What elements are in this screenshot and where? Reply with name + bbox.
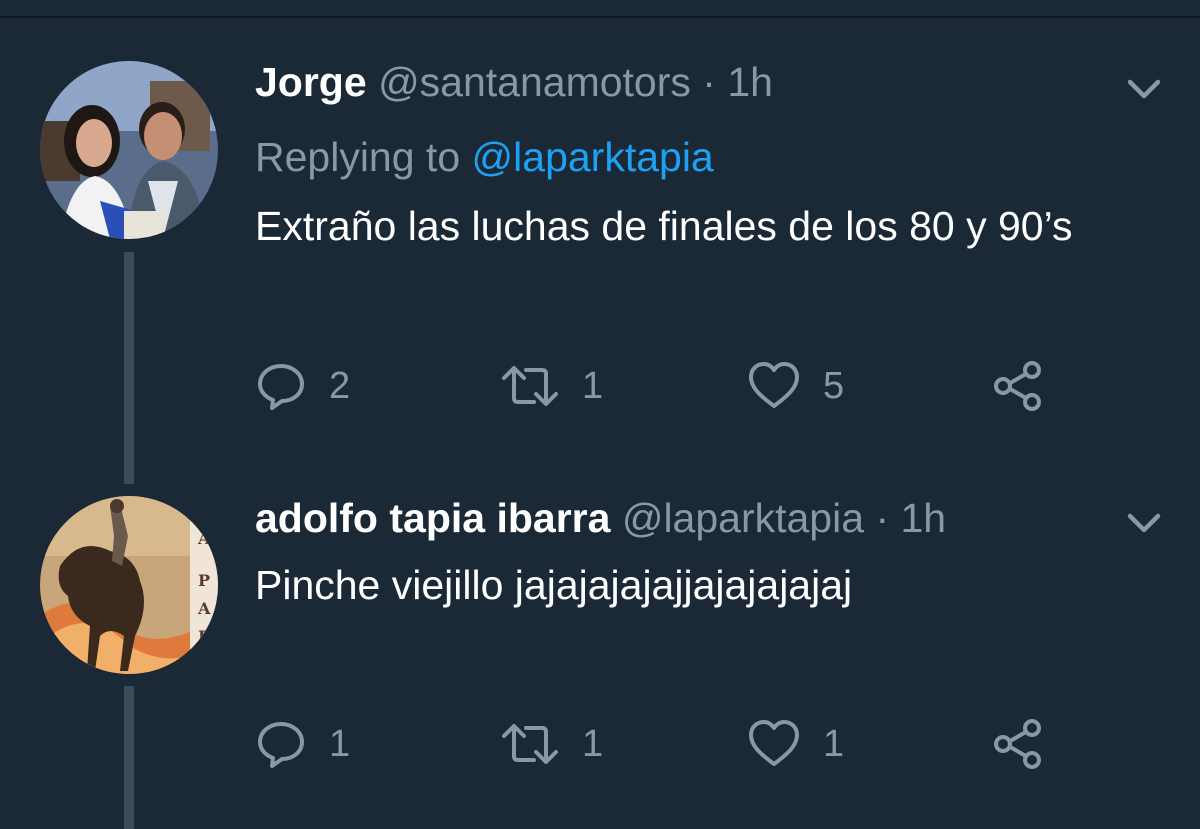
reply-count: 1 <box>329 722 351 765</box>
share-icon <box>994 361 1041 411</box>
tweet-header: Jorge @santanamotors · 1h <box>255 58 773 106</box>
tweet-menu-button[interactable] <box>1124 508 1164 538</box>
like-button[interactable]: 1 <box>747 714 844 774</box>
poster-letter: A <box>197 599 211 618</box>
tweet-text: Pinche viejillo jajajajajajjajajajajaj <box>255 562 853 608</box>
like-count: 1 <box>823 722 845 765</box>
mention-link[interactable]: @laparktapia <box>472 134 714 180</box>
heart-icon <box>749 720 799 766</box>
replying-to: Replying to @laparktapia <box>255 133 714 181</box>
reply-button[interactable]: 1 <box>255 714 350 774</box>
poster-letter: R <box>198 627 212 646</box>
tweet-header: adolfo tapia ibarra @laparktapia · 1h <box>255 494 946 542</box>
poster-letter: A <box>197 529 211 548</box>
separator: · <box>702 59 716 105</box>
retweet-count: 1 <box>582 364 604 407</box>
share-icon <box>994 719 1041 769</box>
timestamp[interactable]: 1h <box>727 59 773 105</box>
share-button[interactable] <box>991 356 1045 416</box>
chevron-down-icon <box>1127 79 1161 99</box>
like-button[interactable]: 5 <box>747 356 844 416</box>
share-button[interactable] <box>991 714 1045 774</box>
retweet-button[interactable]: 1 <box>500 356 603 416</box>
author-name[interactable]: adolfo tapia ibarra <box>255 495 610 541</box>
retweet-icon <box>502 724 558 764</box>
tweet-actions: 1 1 1 <box>255 714 1075 774</box>
avatar[interactable]: A P A R <box>40 496 218 674</box>
tweet-text: Extraño las luchas de finales de los 80 … <box>255 203 1073 249</box>
retweet-count: 1 <box>582 722 604 765</box>
reply-button[interactable]: 2 <box>255 356 350 416</box>
horse-rider-poster-icon: A P A R <box>40 496 218 674</box>
author-handle[interactable]: @santanamotors <box>378 59 691 105</box>
tweet-thread: Jorge @santanamotors · 1h Replying to @l… <box>0 0 1200 829</box>
tweet-actions: 2 1 5 <box>255 356 1075 416</box>
poster-letter: P <box>198 571 210 590</box>
thread-connector-line <box>124 252 134 484</box>
chevron-down-icon <box>1127 513 1161 533</box>
profile-photo-icon <box>40 61 218 239</box>
separator: · <box>875 495 890 541</box>
author-name[interactable]: Jorge <box>255 59 367 105</box>
divider <box>0 16 1200 18</box>
author-handle[interactable]: @laparktapia <box>622 495 864 541</box>
reply-count: 2 <box>329 364 351 407</box>
reply-icon <box>258 722 304 768</box>
avatar[interactable] <box>40 61 218 239</box>
heart-icon <box>749 362 799 408</box>
tweet-menu-button[interactable] <box>1124 74 1164 104</box>
replying-to-label: Replying to <box>255 134 461 180</box>
like-count: 5 <box>823 364 845 407</box>
retweet-icon <box>502 366 558 406</box>
timestamp[interactable]: 1h <box>901 495 947 541</box>
retweet-button[interactable]: 1 <box>500 714 603 774</box>
thread-connector-line <box>124 686 134 829</box>
reply-icon <box>258 364 304 410</box>
